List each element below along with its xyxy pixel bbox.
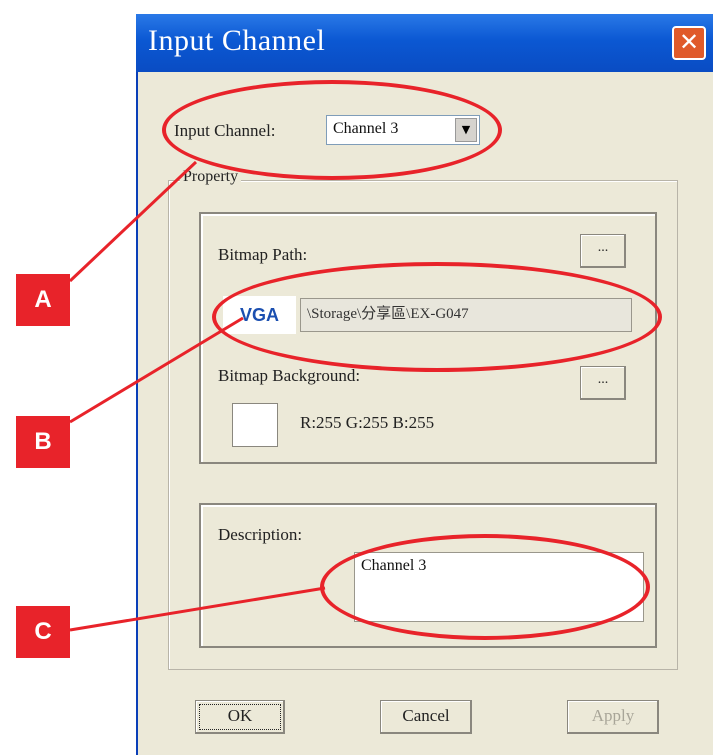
connector-b: [69, 316, 244, 424]
highlight-ellipse-c: [320, 534, 650, 640]
marker-a: A: [16, 274, 70, 326]
marker-c: C: [16, 606, 70, 658]
marker-b: B: [16, 416, 70, 468]
highlight-ellipse-a: [162, 80, 502, 180]
connector-c: [69, 586, 326, 632]
highlight-ellipse-b: [212, 262, 662, 372]
connector-a: [68, 160, 198, 283]
